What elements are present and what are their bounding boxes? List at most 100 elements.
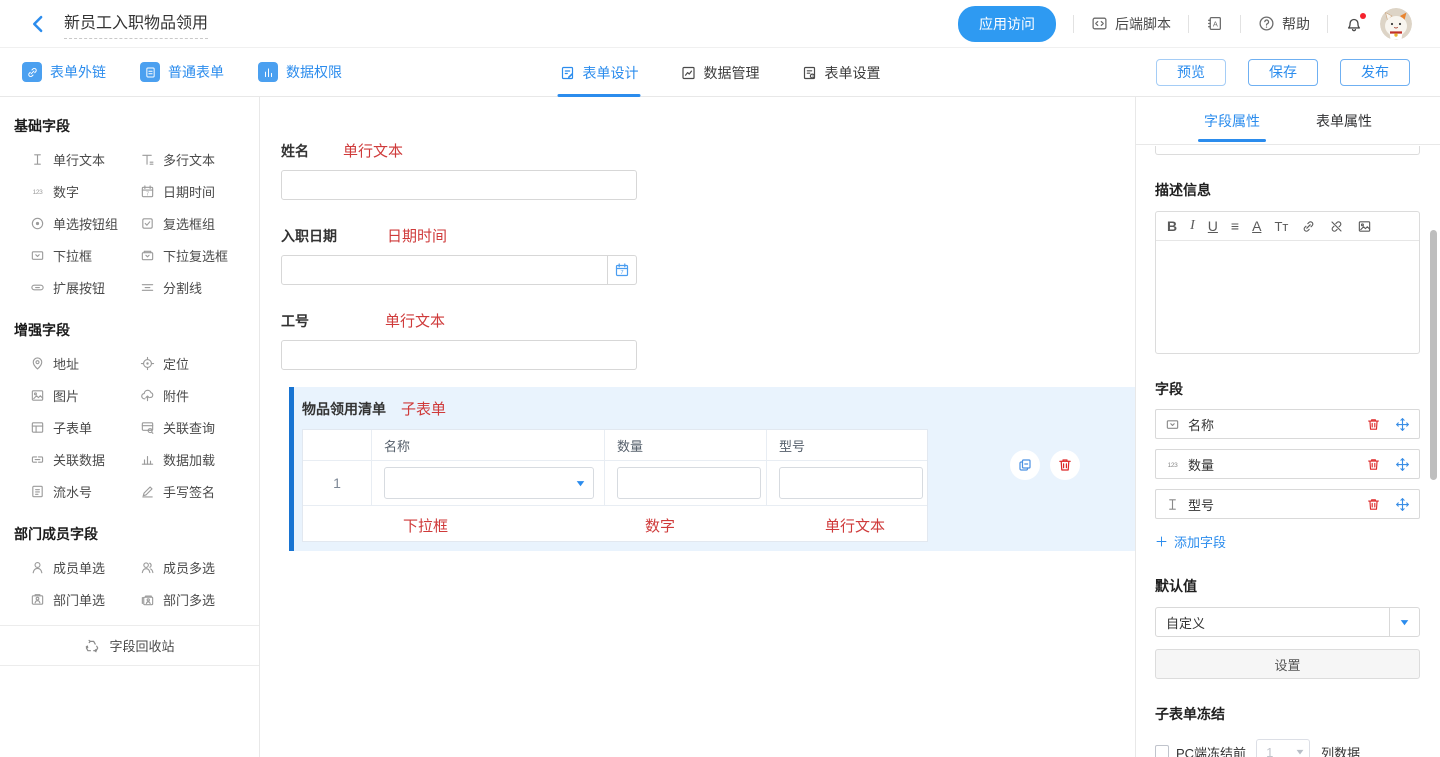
field-type-dept-multi[interactable]: 部门多选 [140,591,250,607]
clipped-input[interactable] [1155,146,1420,155]
field-type-signature[interactable]: 手写签名 [140,483,250,499]
move-field-icon[interactable] [1395,457,1410,472]
user-avatar[interactable] [1380,8,1412,40]
calendar-icon: 7 [140,184,155,199]
move-field-icon[interactable] [1395,497,1410,512]
bars-icon [140,452,155,467]
tab-form-settings[interactable]: 表单设置 [802,48,881,97]
employee-id-input[interactable] [281,340,637,370]
form-field-name[interactable]: 姓名 单行文本 [281,140,637,200]
field-type-dept-single[interactable]: 部门单选 [30,591,140,607]
font-size-button[interactable]: Tт [1274,219,1288,234]
default-value-select[interactable]: 自定义 [1155,607,1420,637]
pen-icon [140,484,155,499]
publish-button[interactable]: 发布 [1340,59,1410,86]
subfield-row-qty[interactable]: 123 数量 [1155,449,1420,479]
normal-form-link[interactable]: 普通表单 [140,62,224,82]
tab-form-design[interactable]: 表单设计 [560,48,639,97]
subform-block-selected[interactable]: 物品领用清单 子表单 名称 数量 型号 1 [289,387,1135,551]
field-type-radio-group[interactable]: 单选按钮组 [30,215,140,231]
field-type-image[interactable]: 图片 [30,387,140,403]
field-type-data-load[interactable]: 数据加载 [140,451,250,467]
panel-scrollbar[interactable] [1430,230,1437,480]
move-field-icon[interactable] [1395,417,1410,432]
date-picker-button[interactable]: 7 [607,256,636,284]
field-type-locate[interactable]: 定位 [140,355,250,371]
freeze-row: PC端冻结前 1 列数据 [1155,739,1420,757]
delete-field-icon[interactable] [1366,457,1381,472]
description-heading: 描述信息 [1155,180,1420,200]
cell-type-annotation: 单行文本 [825,515,885,536]
qty-input[interactable] [617,467,761,499]
copy-subform-button[interactable] [1010,450,1040,480]
field-type-divider[interactable]: 分割线 [140,279,250,295]
save-button[interactable]: 保存 [1248,59,1318,86]
tab-data-manage[interactable]: 数据管理 [681,48,760,97]
field-type-number[interactable]: 123数字 [30,183,140,199]
data-permission-link[interactable]: 数据权限 [258,62,342,82]
field-type-checkbox-group[interactable]: 复选框组 [140,215,250,231]
pc-freeze-checkbox[interactable] [1155,745,1169,757]
enhanced-fields-grid: 地址 定位 图片 附件 子表单 关联查询 关联数据 数据加载 流水号 手写签名 [0,340,259,505]
link-icon[interactable] [1301,219,1316,234]
field-type-single-line-text[interactable]: 单行文本 [30,151,140,167]
default-value-heading: 默认值 [1155,576,1420,596]
subform-type-annotation: 子表单 [401,398,446,419]
field-type-member-single[interactable]: 成员单选 [30,559,140,575]
form-field-employee-id[interactable]: 工号 单行文本 [281,310,637,370]
align-button[interactable]: ≡ [1231,218,1239,234]
delete-subform-button[interactable] [1050,450,1080,480]
field-type-select[interactable]: 下拉框 [30,247,140,263]
hire-date-input[interactable] [282,256,607,284]
field-type-datetime[interactable]: 7日期时间 [140,183,250,199]
field-type-related-data[interactable]: 关联数据 [30,451,140,467]
field-type-member-multi[interactable]: 成员多选 [140,559,250,575]
field-type-extend-button[interactable]: 扩展按钮 [30,279,140,295]
form-field-hire-date[interactable]: 入职日期 日期时间 7 [281,225,637,285]
divider [1073,15,1074,33]
preview-button[interactable]: 预览 [1156,59,1226,86]
description-textarea[interactable] [1156,241,1419,353]
delete-field-icon[interactable] [1366,497,1381,512]
app-access-button[interactable]: 应用访问 [958,6,1056,42]
field-type-subform[interactable]: 子表单 [30,419,140,435]
field-type-multi-select[interactable]: 下拉复选框 [140,247,250,263]
notifications-button[interactable] [1345,15,1363,33]
italic-button[interactable]: I [1190,218,1195,234]
freeze-count-select[interactable]: 1 [1256,739,1310,757]
subform-freeze-heading: 子表单冻结 [1155,704,1420,724]
tab-field-properties[interactable]: 字段属性 [1204,97,1260,145]
back-button[interactable] [28,14,48,34]
field-recycle-bin[interactable]: 字段回收站 [0,625,259,666]
field-type-multi-line-text[interactable]: 多行文本 [140,151,250,167]
contacts-button[interactable]: A [1206,15,1223,32]
field-type-serial-number[interactable]: 流水号 [30,483,140,499]
backend-script-label: 后端脚本 [1115,14,1171,34]
freeze-suffix-label: 列数据 [1321,743,1360,757]
unlink-icon[interactable] [1329,219,1344,234]
fields-heading: 字段 [1155,379,1420,399]
multi-select-icon [140,248,155,263]
subfield-row-name[interactable]: 名称 [1155,409,1420,439]
settings-button[interactable]: 设置 [1155,649,1420,679]
name-select-control[interactable] [384,467,594,499]
delete-field-icon[interactable] [1366,417,1381,432]
underline-button[interactable]: U [1208,218,1218,234]
font-color-button[interactable]: A [1252,218,1261,234]
field-type-attachment[interactable]: 附件 [140,387,250,403]
bold-button[interactable]: B [1167,218,1177,234]
subfield-row-model[interactable]: 型号 [1155,489,1420,519]
tab-form-properties[interactable]: 表单属性 [1316,97,1372,145]
subform-table-icon [30,420,45,435]
field-type-address[interactable]: 地址 [30,355,140,371]
name-input[interactable] [281,170,637,200]
add-field-button[interactable]: 添加字段 [1155,532,1420,551]
insert-image-icon[interactable] [1357,219,1372,234]
backend-script-button[interactable]: 后端脚本 [1091,14,1171,34]
help-button[interactable]: 帮助 [1258,14,1310,34]
model-input[interactable] [779,467,923,499]
form-canvas[interactable]: 姓名 单行文本 入职日期 日期时间 7 工号 单行文本 物品领用清单 [260,97,1135,757]
form-external-link[interactable]: 表单外链 [22,62,106,82]
field-type-related-query[interactable]: 关联查询 [140,419,250,435]
properties-panel: 字段属性 表单属性 描述信息 B I U ≡ A Tт 字段 名称 [1135,97,1440,757]
